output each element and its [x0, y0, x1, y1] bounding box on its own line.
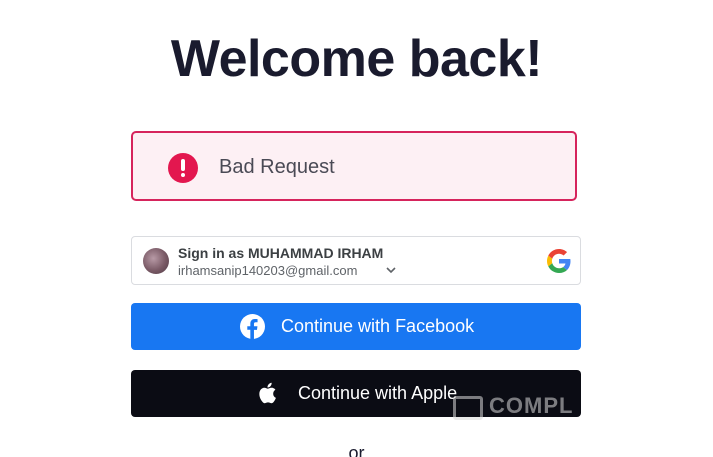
page-title: Welcome back!: [170, 30, 543, 88]
apple-icon: [259, 382, 276, 404]
facebook-icon: [240, 314, 265, 339]
error-message: Bad Request: [219, 156, 335, 178]
chevron-down-icon[interactable]: [385, 264, 397, 276]
or-divider: or: [348, 443, 365, 457]
facebook-login-button[interactable]: Continue with Facebook: [131, 303, 581, 350]
watermark-icon: [453, 396, 483, 420]
watermark-logo: COMPL: [453, 393, 581, 423]
error-alert: Bad Request: [131, 131, 577, 201]
facebook-button-label: Continue with Facebook: [281, 316, 475, 336]
google-logo-icon: [547, 249, 571, 273]
google-account-name: Sign in as MUHAMMAD IRHAM: [178, 245, 384, 261]
apple-button-label: Continue with Apple: [298, 383, 458, 403]
watermark-text: COMPL: [489, 393, 574, 418]
exclamation-circle-icon: [168, 153, 198, 183]
avatar: [143, 248, 169, 274]
google-signin-button[interactable]: Sign in as MUHAMMAD IRHAM irhamsanip1402…: [131, 236, 581, 285]
google-account-email: irhamsanip140203@gmail.com: [178, 263, 358, 278]
login-page: Welcome back! Bad Request Sign in as MUH…: [0, 0, 713, 457]
